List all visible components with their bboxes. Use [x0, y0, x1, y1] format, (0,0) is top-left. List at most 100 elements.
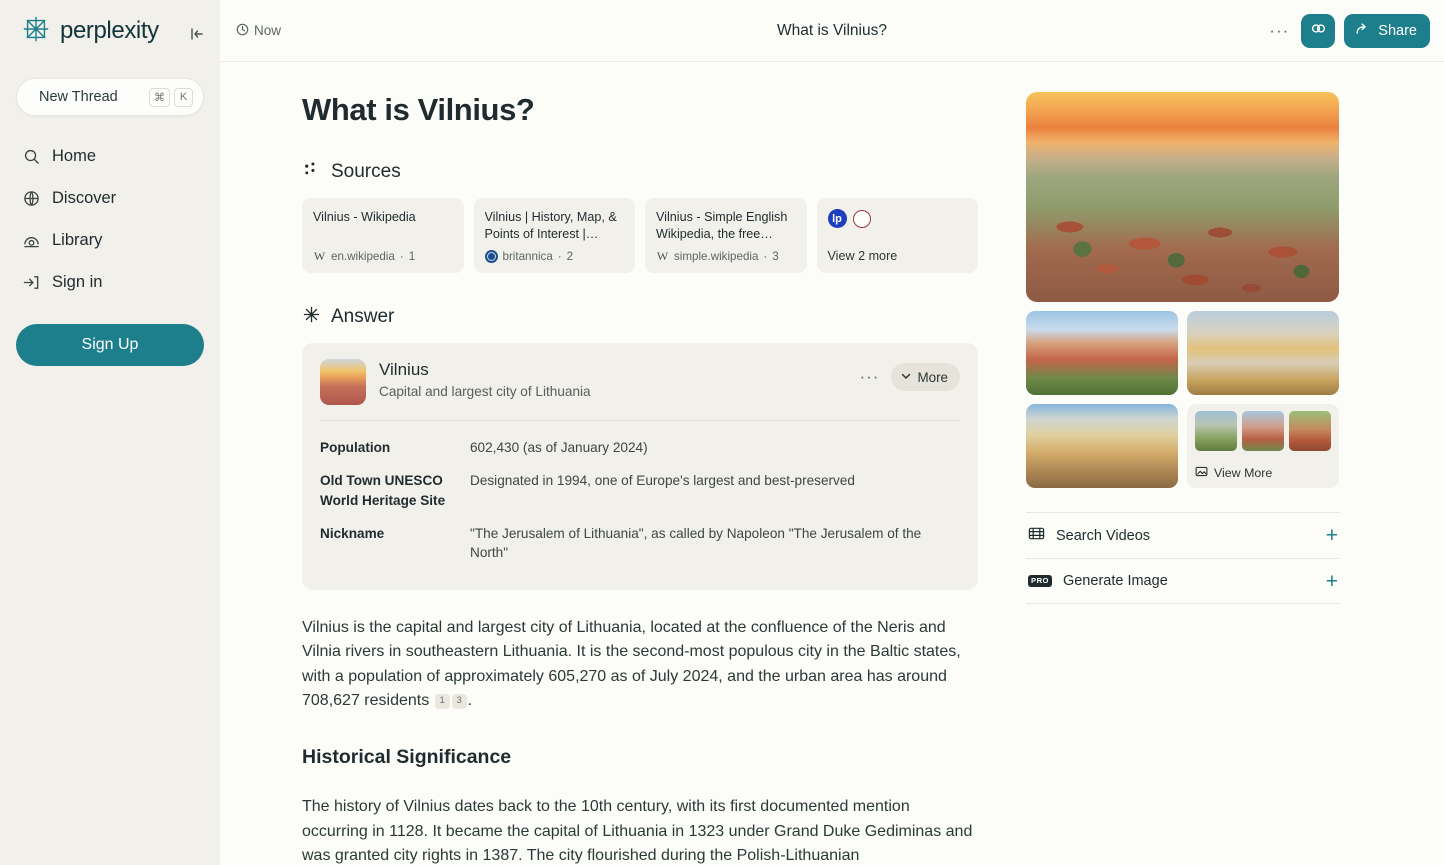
sidebar-item-sign-in[interactable]: Sign in [16, 266, 204, 298]
sign-up-button[interactable]: Sign Up [16, 324, 204, 366]
content-scroll-area[interactable]: What is Vilnius? Sources Vilnius - Wikip… [220, 62, 1444, 865]
new-thread-button[interactable]: New Thread ⌘ K [16, 78, 204, 116]
sidebar-nav: Home Discover Library Sign in [16, 140, 204, 298]
share-button[interactable]: Share [1344, 13, 1430, 48]
sources-heading: Sources [331, 161, 401, 182]
share-icon [1355, 21, 1371, 41]
globe-icon [22, 189, 41, 208]
infobox-value: Designated in 1994, one of Europe's larg… [470, 473, 855, 489]
source-meta: britannica · 2 [484, 250, 625, 264]
view-more-sources-button[interactable]: lp View 2 more [816, 198, 978, 274]
infobox-key: Population [320, 440, 391, 456]
infobox-value: 602,430 (as of January 2024) [470, 440, 648, 456]
preview-thumbnail [1289, 411, 1331, 451]
britannica-icon [484, 250, 498, 264]
search-videos-button[interactable]: Search Videos + [1026, 512, 1340, 558]
infobox-row: Population 602,430 (as of January 2024) [320, 434, 960, 467]
new-thread-shortcut: ⌘ K [149, 87, 193, 107]
search-videos-label: Search Videos [1056, 527, 1151, 544]
thread-timestamp: Now [236, 23, 281, 39]
share-label: Share [1378, 22, 1417, 39]
sidebar-item-label: Discover [52, 188, 117, 207]
source-index: 3 [772, 250, 779, 264]
sidebar-item-home[interactable]: Home [16, 140, 204, 172]
new-thread-label: New Thread [39, 89, 118, 105]
source-sep: · [763, 250, 768, 264]
view-more-images-label-row: View More [1195, 465, 1331, 481]
answer-column: What is Vilnius? Sources Vilnius - Wikip… [302, 92, 978, 865]
sources-header: Sources [302, 160, 978, 184]
thumbnail-image[interactable] [1187, 311, 1339, 395]
infobox-header: Vilnius Capital and largest city of Lith… [320, 359, 960, 422]
answer-section: Answer Vilnius Capital and largest city … [302, 305, 978, 865]
answer-paragraph-text: Vilnius is the capital and largest city … [302, 618, 961, 709]
kbd-command: ⌘ [149, 87, 170, 107]
top-bar: Now What is Vilnius? ··· Share [220, 0, 1444, 62]
answer-header: Answer [302, 305, 978, 329]
library-icon [22, 231, 41, 250]
source-domain: britannica [502, 250, 553, 264]
sidebar-item-library[interactable]: Library [16, 224, 204, 256]
sidebar-item-label: Home [52, 146, 97, 165]
media-column: View More Search Videos + PRO Generate I… [1026, 92, 1340, 865]
video-icon [1028, 525, 1045, 547]
citation-badge[interactable]: 3 [451, 693, 467, 709]
chevron-down-icon [900, 370, 912, 385]
entity-subtitle: Capital and largest city of Lithuania [379, 384, 591, 400]
image-icon [1195, 465, 1208, 481]
clock-icon [236, 23, 249, 39]
brand-logo[interactable]: perplexity [16, 0, 204, 62]
plus-icon[interactable]: + [1326, 525, 1338, 546]
answer-paragraph-period: . [467, 691, 473, 709]
copy-link-button[interactable] [1301, 13, 1336, 48]
source-domain: en.wikipedia [331, 250, 395, 264]
view-more-images-button[interactable]: View More [1187, 404, 1339, 488]
infobox-more-label: More [917, 369, 948, 385]
infobox-options-icon[interactable]: ··· [856, 364, 882, 390]
sign-in-icon [22, 273, 41, 292]
generate-image-label: Generate Image [1062, 573, 1168, 589]
kbd-k: K [174, 87, 193, 107]
page-title: What is Vilnius? [302, 92, 535, 127]
perplexity-logo-icon [21, 14, 51, 49]
source-title: Vilnius - Simple English Wikipedia, the … [656, 210, 788, 241]
section-heading-historical: Historical Significance [302, 746, 512, 769]
thread-options-icon[interactable]: ··· [1266, 18, 1292, 44]
sidebar: perplexity New Thread ⌘ K Home Discover … [0, 0, 220, 865]
thumbnail-image[interactable] [1026, 311, 1178, 395]
lp-favicon-icon: lp [827, 209, 847, 228]
plus-icon[interactable]: + [1326, 571, 1338, 592]
entity-thumbnail[interactable] [320, 359, 366, 406]
source-index: 2 [566, 250, 574, 264]
image-grid: View More [1026, 311, 1340, 488]
sidebar-item-discover[interactable]: Discover [16, 182, 204, 214]
preview-thumbnail [1195, 411, 1237, 451]
ring-favicon-icon [852, 209, 871, 228]
more-favicons: lp [827, 209, 968, 228]
timestamp-label: Now [254, 23, 282, 38]
source-card[interactable]: Vilnius - Simple English Wikipedia, the … [645, 198, 807, 274]
view-more-previews [1195, 411, 1331, 451]
hero-image[interactable] [1026, 92, 1339, 302]
generate-image-button[interactable]: PRO Generate Image + [1026, 558, 1340, 604]
thread-title: What is Vilnius? [777, 21, 887, 39]
source-title: Vilnius - Wikipedia [313, 210, 416, 224]
thumbnail-image[interactable] [1026, 404, 1178, 488]
source-index: 1 [408, 250, 416, 264]
citation-badge[interactable]: 1 [434, 693, 450, 709]
infobox-row: Nickname "The Jerusalem of Lithuania", a… [320, 520, 960, 572]
entity-infobox: Vilnius Capital and largest city of Lith… [302, 343, 978, 590]
source-card[interactable]: Vilnius | History, Map, & Points of Inte… [473, 198, 635, 274]
source-card[interactable]: Vilnius - Wikipedia W en.wikipedia · 1 [302, 198, 464, 274]
topbar-actions: ··· Share [1266, 13, 1430, 48]
brand-name: perplexity [60, 17, 159, 44]
collapse-sidebar-icon[interactable] [186, 23, 208, 45]
infobox-more-button[interactable]: More [891, 363, 960, 392]
source-title: Vilnius | History, Map, & Points of Inte… [484, 210, 617, 241]
app-root: perplexity New Thread ⌘ K Home Discover … [0, 0, 1444, 865]
preview-thumbnail [1242, 411, 1284, 451]
infobox-value: "The Jerusalem of Lithuania", as called … [470, 525, 922, 561]
wikipedia-icon: W [313, 249, 326, 264]
answer-heading: Answer [331, 306, 395, 328]
infobox-table: Population 602,430 (as of January 2024) … [320, 434, 960, 572]
